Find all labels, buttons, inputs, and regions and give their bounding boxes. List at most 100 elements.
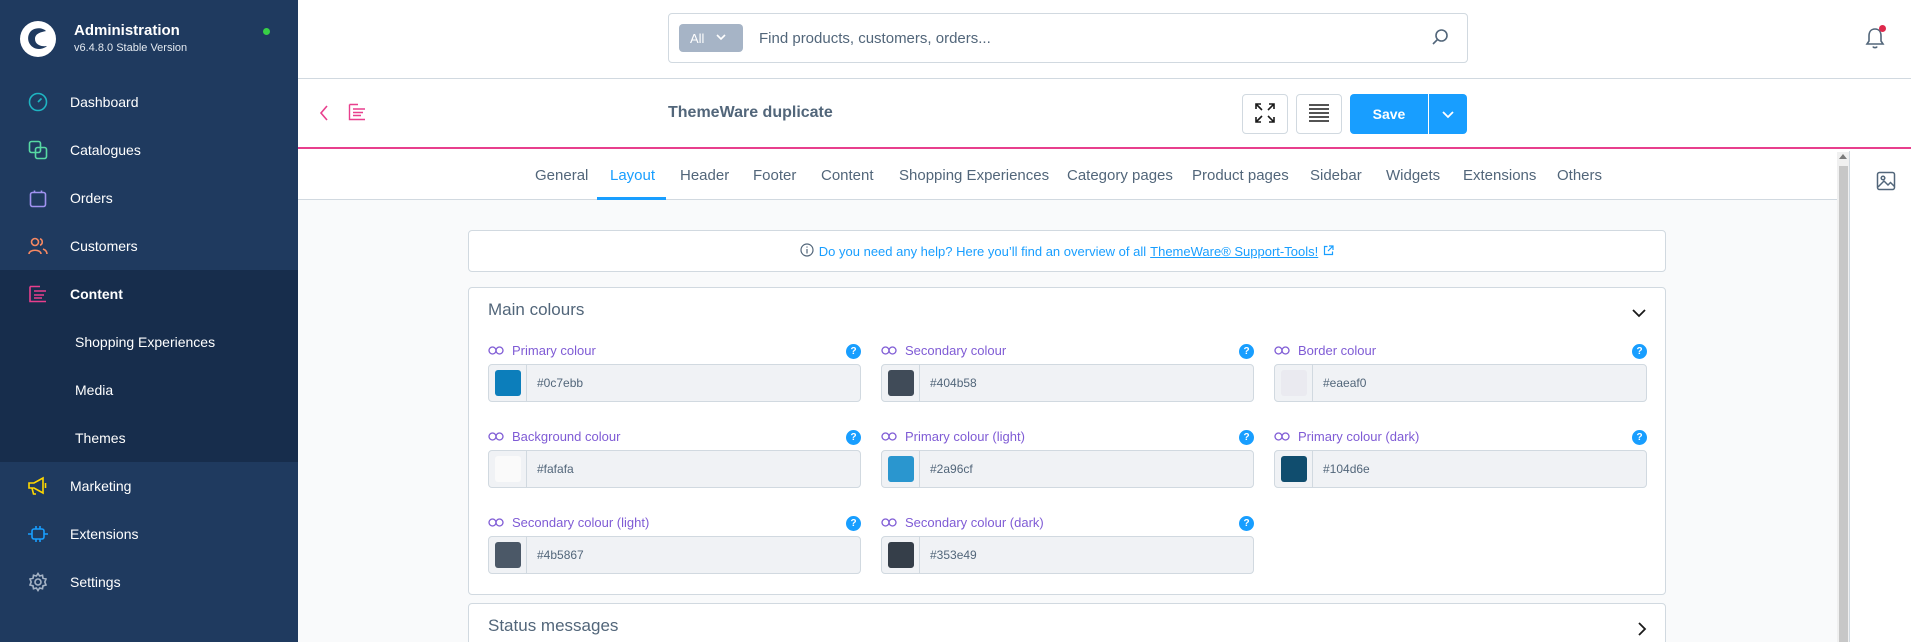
sidebar-subitem-media[interactable]: Media [0, 366, 298, 414]
content-module-icon [348, 103, 366, 124]
colour-value: #fafafa [537, 462, 574, 476]
save-options-button[interactable] [1429, 94, 1467, 134]
help-icon[interactable]: ? [1632, 344, 1647, 359]
colour-input[interactable]: #fafafa [488, 450, 861, 488]
search-icon[interactable] [1431, 28, 1449, 49]
tab-general[interactable]: General [535, 151, 588, 200]
help-icon[interactable]: ? [846, 430, 861, 445]
colour-swatch-button[interactable] [882, 365, 920, 401]
tab-footer[interactable]: Footer [753, 151, 796, 200]
tab-content[interactable]: Content [821, 151, 874, 200]
sidebar-item-dashboard[interactable]: Dashboard [0, 78, 298, 126]
sidebar-item-orders[interactable]: Orders [0, 174, 298, 222]
link-icon[interactable] [881, 515, 897, 530]
colour-value: #4b5867 [537, 548, 584, 562]
colour-swatch [494, 370, 521, 396]
right-sidebar [1849, 151, 1911, 642]
link-icon[interactable] [488, 429, 504, 444]
sidebar-item-label: Customers [70, 238, 138, 254]
colour-input[interactable]: #4b5867 [488, 536, 861, 574]
colour-input[interactable]: #353e49 [881, 536, 1254, 574]
colour-swatch-button[interactable] [489, 451, 527, 487]
help-icon[interactable]: ? [846, 516, 861, 531]
colour-input[interactable]: #eaeaf0 [1274, 364, 1647, 402]
search-input[interactable] [759, 29, 1419, 47]
colour-input[interactable]: #0c7ebb [488, 364, 861, 402]
colour-swatch-button[interactable] [1275, 365, 1313, 401]
sidebar-item-content[interactable]: Content [0, 270, 298, 318]
help-icon[interactable]: ? [846, 344, 861, 359]
image-icon[interactable] [1876, 171, 1896, 194]
app-title: Administration [74, 22, 180, 39]
sidebar-item-settings[interactable]: Settings [0, 558, 298, 606]
content-scrollbar[interactable] [1837, 152, 1849, 642]
colour-value: #eaeaf0 [1323, 376, 1367, 390]
main-colours-card: Main colours Primary colour ? #0c7ebb Se… [468, 287, 1666, 595]
help-icon[interactable]: ? [1632, 430, 1647, 445]
notifications-bell-icon[interactable] [1865, 25, 1886, 52]
catalogues-icon [27, 139, 49, 161]
scrollbar-thumb[interactable] [1839, 166, 1848, 642]
sidebar-item-marketing[interactable]: Marketing [0, 462, 298, 510]
search-scope-select[interactable]: All [679, 24, 743, 52]
colour-swatch-button[interactable] [882, 537, 920, 573]
help-icon[interactable]: ? [1239, 344, 1254, 359]
back-arrow-icon[interactable] [318, 103, 330, 126]
app-version: v6.4.8.0 Stable Version [74, 42, 188, 54]
scroll-up-arrow[interactable] [1839, 154, 1847, 159]
list-view-button[interactable] [1296, 94, 1342, 134]
save-button[interactable]: Save [1350, 94, 1428, 134]
content-icon [27, 283, 49, 305]
theme-tabs: General Layout Header Footer Content Sho… [298, 151, 1837, 200]
smart-bar: ThemeWare duplicate Save [298, 79, 1911, 149]
sidebar-item-label: Marketing [70, 478, 132, 494]
active-tab-indicator [597, 197, 666, 200]
link-icon[interactable] [1274, 429, 1290, 444]
tab-category-pages[interactable]: Category pages [1067, 151, 1173, 200]
colour-swatch-button[interactable] [1275, 451, 1313, 487]
main-content: General Layout Header Footer Content Sho… [298, 151, 1837, 642]
chevron-down-icon[interactable] [1631, 305, 1647, 321]
tab-sidebar[interactable]: Sidebar [1310, 151, 1362, 200]
help-text: Do you need any help? Here you’ll find a… [818, 243, 1147, 259]
tab-layout[interactable]: Layout [610, 151, 655, 200]
colour-swatch-button[interactable] [882, 451, 920, 487]
colour-swatch-button[interactable] [489, 537, 527, 573]
field-label: Secondary colour [905, 342, 1007, 358]
colour-swatch [494, 456, 521, 482]
sidebar: Administration v6.4.8.0 Stable Version D… [0, 0, 298, 642]
sidebar-subitem-shopping-experiences[interactable]: Shopping Experiences [0, 318, 298, 366]
tab-widgets[interactable]: Widgets [1386, 151, 1440, 200]
colour-input[interactable]: #2a96cf [881, 450, 1254, 488]
sidebar-item-customers[interactable]: Customers [0, 222, 298, 270]
sidebar-subitem-themes[interactable]: Themes [0, 414, 298, 462]
help-icon[interactable]: ? [1239, 430, 1254, 445]
link-icon[interactable] [881, 429, 897, 444]
link-icon[interactable] [881, 343, 897, 358]
chevron-right-icon[interactable] [1637, 621, 1647, 640]
fullscreen-button[interactable] [1242, 94, 1288, 134]
status-messages-card[interactable]: Status messages [468, 603, 1666, 642]
shopware-logo-icon[interactable] [20, 21, 56, 57]
tab-others[interactable]: Others [1557, 151, 1602, 200]
tab-shopping-experiences[interactable]: Shopping Experiences [899, 151, 1049, 200]
colour-input[interactable]: #104d6e [1274, 450, 1647, 488]
tab-extensions[interactable]: Extensions [1463, 151, 1536, 200]
link-icon[interactable] [488, 343, 504, 358]
support-tools-link[interactable]: ThemeWare® Support-Tools! [1150, 244, 1318, 259]
top-bar: All [298, 0, 1911, 79]
link-icon[interactable] [488, 515, 504, 530]
link-icon[interactable] [1274, 343, 1290, 358]
tab-header[interactable]: Header [680, 151, 729, 200]
field-label: Primary colour (dark) [1298, 428, 1420, 444]
tab-product-pages[interactable]: Product pages [1192, 151, 1289, 200]
card-title: Main colours [488, 300, 585, 319]
sidebar-item-extensions[interactable]: Extensions [0, 510, 298, 558]
sidebar-item-catalogues[interactable]: Catalogues [0, 126, 298, 174]
field-label: Border colour [1298, 342, 1377, 358]
help-icon[interactable]: ? [1239, 516, 1254, 531]
field-label: Secondary colour (light) [512, 514, 650, 530]
colour-swatch-button[interactable] [489, 365, 527, 401]
help-notice: Do you need any help? Here you’ll find a… [468, 230, 1666, 272]
colour-input[interactable]: #404b58 [881, 364, 1254, 402]
